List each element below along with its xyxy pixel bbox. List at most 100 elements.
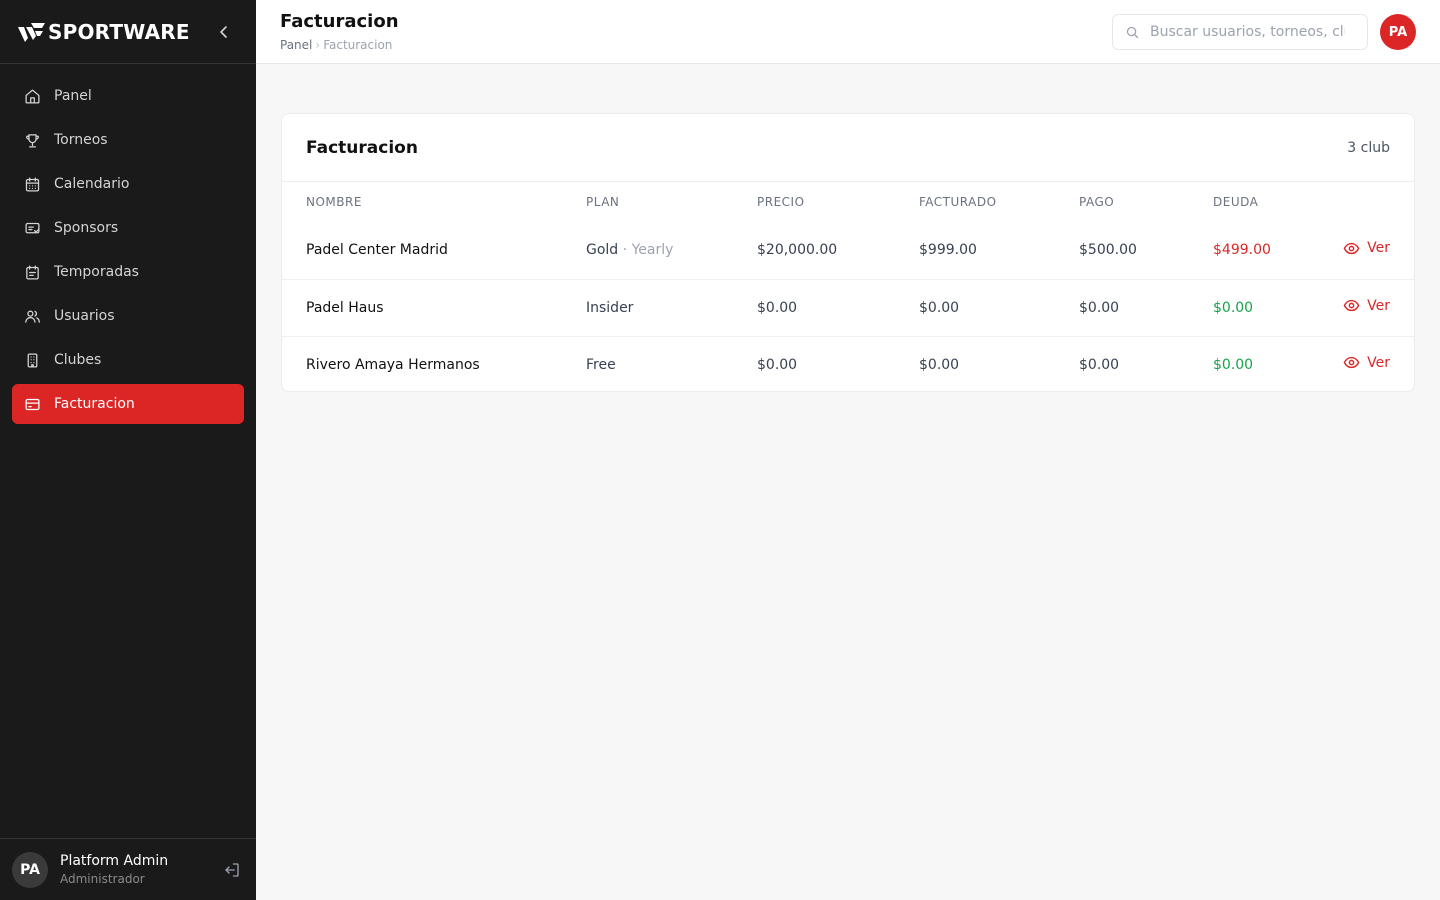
eye-icon [1343,299,1360,312]
breadcrumb-separator: › [315,38,321,52]
column-header-pago: Pago [1079,195,1115,209]
avatar: PA [12,851,48,888]
cell-price: $20,000.00 [757,222,919,280]
cell-plan: Insider [586,279,757,337]
season-icon [26,264,39,280]
sidebar: SPORTWARE Panel Torneos Calendario Spons… [0,0,256,900]
trophy-icon [26,133,39,148]
users-icon [25,310,40,323]
home-icon [25,88,40,104]
column-header-precio: Precio [757,195,805,209]
cell-price: $0.00 [757,356,798,373]
top-header: Facturacion Panel›Facturacion PA [256,0,1440,64]
sidebar-item-label: Clubes [54,352,102,368]
cell-debt: $499.00 [1213,222,1323,280]
cell-paid: $0.00 [1079,356,1120,373]
user-info: Platform Admin Administrador [60,852,220,888]
logout-button[interactable] [220,858,244,882]
eye-icon [1343,242,1360,254]
column-header-actions [1323,182,1414,222]
column-header-deuda: Deuda [1213,195,1259,209]
sidebar-user-panel: PA Platform Admin Administrador [0,838,256,900]
plan-separator: · [618,242,632,259]
user-role: Administrador [60,871,145,886]
search-box[interactable] [1112,14,1368,50]
user-name: Platform Admin [60,852,169,869]
building-icon [27,352,38,368]
breadcrumb: Panel › Facturacion [280,38,392,52]
table-header-row: Nombre Plan Precio Facturado Pago Deuda [282,182,1414,222]
billing-table: Nombre Plan Precio Facturado Pago Deuda … [282,182,1414,393]
card-header: Facturacion 3 club [282,114,1414,182]
column-header-plan: Plan [586,195,620,209]
view-button[interactable]: Ver [1343,240,1390,257]
view-label: Ver [1367,354,1390,371]
sidebar-item-panel[interactable]: Panel [12,76,244,116]
cell-paid: $0.00 [1079,279,1213,337]
cell-debt: $0.00 [1213,279,1323,337]
breadcrumb-current: Facturacion [323,38,393,52]
card-title: Facturacion [306,137,418,158]
logout-icon [225,862,239,877]
search-icon [1126,26,1139,38]
sidebar-item-label: Facturacion [54,396,135,412]
cell-action: Ver [1323,222,1414,280]
breadcrumb-root-link[interactable]: Panel [280,38,312,52]
cell-price: $0.00 [757,279,919,337]
sidebar-item-sponsors[interactable]: Sponsors [12,208,244,248]
view-button[interactable]: Ver [1343,297,1390,314]
plan-name: Gold [586,242,619,259]
sidebar-item-label: Usuarios [54,308,115,324]
cell-plan: Free [586,336,757,393]
view-label: Ver [1367,240,1390,257]
billing-card: Facturacion 3 club Nombre Plan Precio Fa… [281,113,1415,392]
chevron-left-icon [220,25,227,38]
plan-name: Free [586,356,616,373]
calendar-icon [25,176,40,192]
cell-billed: $0.00 [919,279,1079,337]
view-label: Ver [1367,297,1390,314]
sidebar-item-label: Calendario [54,176,130,192]
sidebar-item-temporadas[interactable]: Temporadas [12,252,244,292]
cell-billed: $999.00 [919,222,1079,280]
sidebar-item-torneos[interactable]: Torneos [12,120,244,160]
cell-debt: $0.00 [1213,356,1254,373]
cell-name: Padel Center Madrid [282,222,586,280]
sponsor-icon [25,222,40,233]
plan-name: Insider [586,299,634,316]
brand-logo[interactable]: SPORTWARE [16,20,190,44]
sidebar-item-label: Panel [54,88,92,104]
table-row: Padel Center Madrid Gold · Yearly $20,00… [282,222,1414,280]
table-row: Padel Haus Insider $0.00 $0.00 $0.00 $0.… [282,279,1414,337]
sidebar-item-facturacion[interactable]: Facturacion [12,384,244,424]
brand-bar: SPORTWARE [0,0,256,64]
cell-name: Rivero Amaya Hermanos [306,356,480,373]
cell-action: Ver [1323,336,1414,393]
column-header-facturado: Facturado [919,195,997,209]
column-header-nombre: Nombre [306,195,362,209]
table-row: Rivero Amaya Hermanos Free $0.00 $0.00 $… [282,336,1414,393]
page-title: Facturacion [280,11,399,32]
sportware-logo-icon [18,22,45,42]
sidebar-item-label: Torneos [54,132,108,148]
sidebar-item-usuarios[interactable]: Usuarios [12,296,244,336]
header-avatar[interactable]: PA [1380,14,1416,50]
sidebar-nav: Panel Torneos Calendario Sponsors Tempor… [0,64,256,424]
sidebar-item-label: Temporadas [54,264,139,280]
brand-name: SPORTWARE [48,19,190,44]
sidebar-item-label: Sponsors [54,220,119,236]
collapse-sidebar-button[interactable] [212,20,236,44]
billing-card-icon [25,398,40,410]
club-count: 3 club [1347,139,1390,156]
eye-icon [1343,357,1360,369]
view-button[interactable]: Ver [1343,354,1390,371]
cell-billed: $0.00 [919,356,960,373]
plan-period: Yearly [631,242,674,259]
cell-paid: $500.00 [1079,222,1213,280]
sidebar-item-calendario[interactable]: Calendario [12,164,244,204]
cell-plan: Gold · Yearly [586,222,757,280]
cell-action: Ver [1323,279,1414,337]
sidebar-item-clubes[interactable]: Clubes [12,340,244,380]
search-input[interactable] [1150,24,1345,40]
cell-name: Padel Haus [282,279,586,337]
